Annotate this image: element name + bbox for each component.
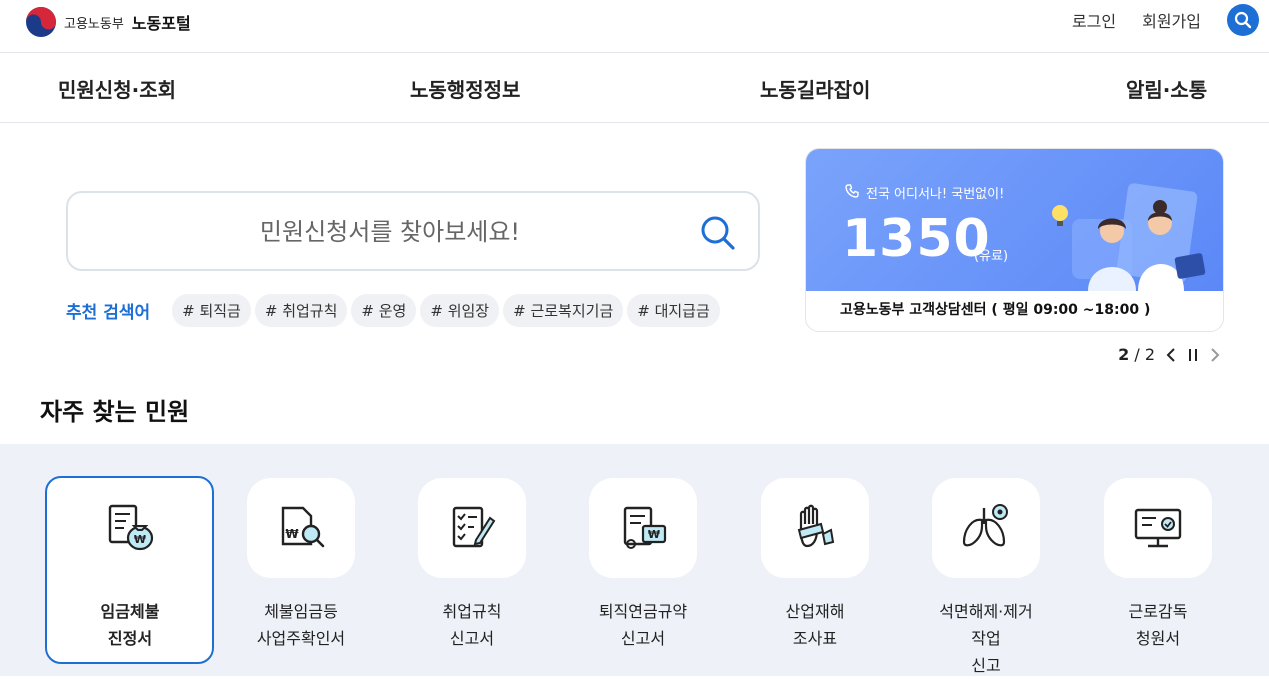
pager-count: 2 / 2	[1118, 345, 1155, 364]
call-center-number: 1350	[842, 209, 991, 269]
service-icon-box	[761, 478, 869, 578]
service-card-label: 석면해제·제거작업 신고	[932, 598, 1040, 679]
pager-separator: /	[1134, 345, 1140, 364]
label-line-2: 청원서	[1135, 629, 1181, 648]
global-search-button[interactable]	[1227, 4, 1259, 36]
document-search-icon: ₩	[281, 506, 325, 548]
paid-label: (유료)	[974, 249, 1009, 264]
service-card-label: 취업규칙 신고서	[418, 598, 526, 652]
certificate-money-icon: ₩	[623, 506, 667, 549]
recommended-keywords-label: 추천 검색어	[66, 302, 151, 323]
service-card-label: 임금체불 진정서	[76, 598, 184, 652]
service-icon-box: ₩	[76, 478, 184, 578]
label-line-2: 진정서	[107, 629, 153, 648]
svg-text:₩: ₩	[285, 527, 299, 541]
recommended-keywords: 추천 검색어 # 퇴직금 # 취업규칙 # 운영 # 위임장 # 근로복지기금 …	[66, 293, 724, 327]
service-card-label: 퇴직연금규약 신고서	[589, 598, 697, 652]
banner-pager: 2 / 2	[1118, 345, 1221, 364]
counselor-illustration	[1052, 183, 1206, 291]
svg-text:₩: ₩	[134, 533, 146, 546]
service-card-unpaid-wage-confirmation[interactable]: ₩ 체불임금등 사업주확인서	[247, 478, 355, 652]
label-line-1: 체불임금등	[264, 602, 338, 621]
signup-link[interactable]: 회원가입	[1142, 8, 1201, 32]
main-navigation: 민원신청·조회 노동행정정보 노동길라잡이 알림·소통	[0, 52, 1269, 123]
nav-item-labor-guide[interactable]: 노동길라잡이	[760, 74, 870, 103]
pause-icon	[1189, 348, 1197, 361]
banner-tagline: 전국 어디서나! 국번없이!	[866, 187, 1005, 202]
label-line-2: 사업주확인서	[256, 629, 346, 648]
service-icon-box	[418, 478, 526, 578]
frequent-section-title: 자주 찾는 민원	[40, 398, 190, 426]
service-card-label: 근로감독 청원서	[1104, 598, 1212, 652]
nav-item-civil-application[interactable]: 민원신청·조회	[58, 74, 176, 103]
next-slide-button[interactable]	[1209, 347, 1221, 363]
service-card-label: 산업재해 조사표	[761, 598, 869, 652]
service-icon-box: ₩	[247, 478, 355, 578]
checklist-pen-icon	[452, 506, 496, 548]
label-line-1: 임금체불	[100, 602, 160, 621]
taegeuk-emblem-icon	[26, 7, 56, 37]
civil-search-box	[66, 191, 760, 271]
bandaged-hand-icon	[797, 504, 835, 548]
label-line-1: 석면해제·제거작업	[939, 602, 1033, 648]
keyword-tag[interactable]: # 대지급금	[627, 293, 720, 327]
label-line-2: 신고서	[449, 629, 495, 648]
service-card-label: 체불임금등 사업주확인서	[247, 598, 355, 652]
phone-icon	[845, 184, 859, 198]
service-card-asbestos-removal-report[interactable]: 석면해제·제거작업 신고	[932, 478, 1040, 679]
document-money-bag-icon: ₩	[108, 504, 154, 551]
label-line-1: 산업재해	[785, 602, 845, 621]
service-card-wage-arrears-petition[interactable]: ₩ 임금체불 진정서	[76, 478, 184, 652]
keyword-tag[interactable]: # 근로복지기금	[503, 293, 624, 327]
lungs-icon	[962, 504, 1008, 547]
pager-current: 2	[1118, 345, 1130, 364]
login-link[interactable]: 로그인	[1072, 8, 1116, 32]
pause-slide-button[interactable]	[1187, 347, 1199, 363]
svg-text:₩: ₩	[648, 528, 660, 541]
service-card-work-rules-report[interactable]: 취업규칙 신고서	[418, 478, 526, 652]
banner-caption: 고용노동부 고객상담센터 ( 평일 09:00 ~18:00 )	[840, 302, 1151, 318]
label-line-2: 신고서	[620, 629, 666, 648]
keyword-tag[interactable]: # 취업규칙	[254, 293, 348, 327]
label-line-2: 신고	[971, 656, 1001, 675]
service-icon-box	[1104, 478, 1212, 578]
top-bar: 고용노동부 노동포털 로그인 회원가입	[0, 0, 1269, 53]
keyword-tag[interactable]: # 운영	[351, 293, 417, 327]
service-card-labor-inspection-petition[interactable]: 근로감독 청원서	[1104, 478, 1212, 652]
prev-slide-button[interactable]	[1165, 347, 1177, 363]
utility-links: 로그인 회원가입	[1072, 4, 1269, 36]
pager-total: 2	[1144, 345, 1155, 364]
keyword-tag[interactable]: # 위임장	[420, 293, 500, 327]
chevron-left-icon	[1166, 347, 1175, 362]
monitor-check-icon	[1134, 508, 1182, 548]
site-logo[interactable]: 고용노동부 노동포털	[25, 6, 191, 38]
label-line-2: 조사표	[792, 629, 838, 648]
label-line-1: 퇴직연금규약	[598, 602, 688, 621]
chevron-right-icon	[1211, 347, 1220, 362]
search-icon	[1234, 11, 1252, 29]
keyword-tag[interactable]: # 퇴직금	[172, 293, 251, 327]
org-name: 고용노동부	[64, 16, 124, 32]
service-card-retirement-pension-report[interactable]: ₩ 퇴직연금규약 신고서	[589, 478, 697, 652]
nav-item-labor-admin-info[interactable]: 노동행정정보	[410, 74, 520, 103]
service-icon-box: ₩	[589, 478, 697, 578]
service-card-industrial-accident-survey[interactable]: 산업재해 조사표	[761, 478, 869, 652]
call-center-banner[interactable]: 전국 어디서나! 국번없이! 1350 (유료) 고용노동부 고객상담센터 ( …	[805, 148, 1224, 332]
label-line-1: 근로감독	[1128, 602, 1188, 621]
banner-background: 전국 어디서나! 국번없이! 1350 (유료)	[806, 149, 1223, 291]
portal-name: 노동포털	[131, 14, 191, 33]
search-icon[interactable]	[698, 213, 738, 253]
service-icon-box	[932, 478, 1040, 578]
label-line-1: 취업규칙	[442, 602, 502, 621]
civil-search-input[interactable]	[88, 211, 692, 253]
nav-item-notice-communication[interactable]: 알림·소통	[1126, 74, 1207, 103]
